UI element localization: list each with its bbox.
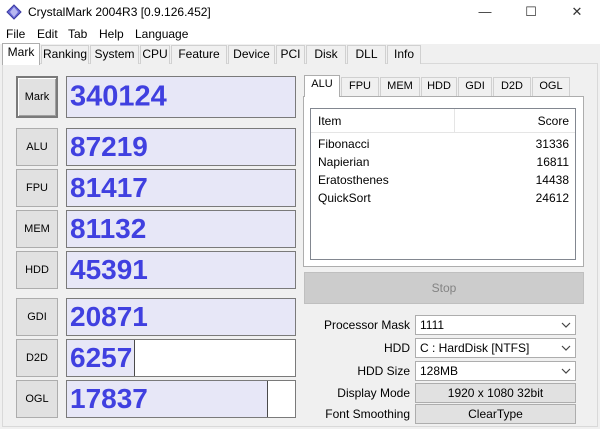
tab-mark[interactable]: Mark [2, 43, 40, 65]
row-score: 16811 [536, 155, 569, 169]
table-row[interactable]: Fibonacci 31336 [311, 136, 575, 154]
mem-score-box: 81132 [66, 210, 296, 248]
hdd-size-label: HDD Size [357, 364, 410, 378]
table-row[interactable]: Eratosthenes 14438 [311, 172, 575, 190]
processor-mask-select[interactable]: 1111 [415, 315, 576, 335]
row-item: Napierian [318, 155, 370, 169]
fpu-button[interactable]: FPU [16, 169, 58, 207]
gdi-button[interactable]: GDI [16, 298, 58, 336]
table-row[interactable]: QuickSort 24612 [311, 190, 575, 208]
row-item: QuickSort [318, 191, 371, 205]
title-bar: CrystalMark 2004R3 [0.9.126.452] — ☐ ✕ [0, 0, 600, 24]
row-score: 31336 [535, 137, 569, 151]
close-button[interactable]: ✕ [554, 0, 600, 24]
row-item: Fibonacci [318, 137, 370, 151]
window-title: CrystalMark 2004R3 [0.9.126.452] [28, 5, 211, 19]
processor-mask-value: 1111 [420, 318, 445, 332]
display-mode-label: Display Mode [337, 386, 410, 400]
inner-tab-ogl[interactable]: OGL [532, 77, 570, 96]
hdd-score-value: 45391 [70, 254, 148, 285]
tab-ranking[interactable]: Ranking [41, 45, 89, 64]
chevron-down-icon [561, 345, 571, 351]
chevron-down-icon [561, 322, 571, 328]
menu-bar: File Edit Tab Help Language [0, 24, 600, 44]
menu-language[interactable]: Language [135, 27, 188, 41]
d2d-button[interactable]: D2D [16, 339, 58, 377]
mark-button[interactable]: Mark [16, 76, 58, 118]
ogl-score-box: 17837 [66, 380, 296, 418]
tab-device[interactable]: Device [228, 45, 275, 64]
hdd-label: HDD [384, 341, 410, 355]
inner-tab-alu[interactable]: ALU [304, 75, 340, 97]
display-mode-button[interactable]: 1920 x 1080 32bit [415, 383, 576, 403]
tab-cpu[interactable]: CPU [140, 45, 170, 64]
tab-info[interactable]: Info [387, 45, 421, 64]
font-smoothing-button[interactable]: ClearType [415, 404, 576, 424]
chevron-down-icon [561, 368, 571, 374]
inner-tab-d2d[interactable]: D2D [493, 77, 531, 96]
stop-button[interactable]: Stop [304, 272, 584, 304]
tab-pci[interactable]: PCI [276, 45, 305, 64]
gdi-score-box: 20871 [66, 298, 296, 336]
fpu-score-box: 81417 [66, 169, 296, 207]
results-list[interactable]: Item Score Fibonacci 31336 Napierian 168… [310, 108, 576, 260]
d2d-score-value: 6257 [70, 342, 133, 373]
inner-tab-fpu[interactable]: FPU [341, 77, 379, 96]
tab-system[interactable]: System [90, 45, 139, 64]
hdd-size-select[interactable]: 128MB [415, 361, 576, 381]
inner-tab-mem[interactable]: MEM [380, 77, 420, 96]
inner-tab-hdd[interactable]: HDD [421, 77, 457, 96]
tab-feature[interactable]: Feature [171, 45, 227, 64]
fpu-score-value: 81417 [70, 172, 148, 203]
menu-tab[interactable]: Tab [68, 27, 87, 41]
tab-disk[interactable]: Disk [306, 45, 346, 64]
minimize-button[interactable]: — [462, 0, 508, 24]
table-row[interactable]: Napierian 16811 [311, 154, 575, 172]
alu-score-box: 87219 [66, 128, 296, 166]
alu-button[interactable]: ALU [16, 128, 58, 166]
mark-score-value: 340124 [70, 80, 167, 113]
row-score: 14438 [535, 173, 569, 187]
hdd-score-box: 45391 [66, 251, 296, 289]
gdi-score-value: 20871 [70, 301, 148, 332]
hdd-button[interactable]: HDD [16, 251, 58, 289]
menu-edit[interactable]: Edit [37, 27, 58, 41]
hdd-select[interactable]: C : HardDisk [NTFS] [415, 338, 576, 358]
mem-score-value: 81132 [70, 213, 147, 244]
menu-file[interactable]: File [6, 27, 25, 41]
processor-mask-label: Processor Mask [323, 318, 410, 332]
hdd-size-value: 128MB [420, 364, 459, 378]
column-header-score[interactable]: Score [538, 114, 569, 128]
font-smoothing-label: Font Smoothing [325, 407, 410, 421]
crystalmark-app-icon [6, 4, 22, 20]
row-score: 24612 [535, 191, 569, 205]
row-item: Eratosthenes [318, 173, 389, 187]
mem-button[interactable]: MEM [16, 210, 58, 248]
menu-help[interactable]: Help [99, 27, 124, 41]
d2d-score-box: 6257 [66, 339, 296, 377]
column-divider[interactable] [454, 109, 455, 133]
hdd-value: C : HardDisk [NTFS] [420, 341, 530, 355]
results-header: Item Score [311, 109, 575, 133]
main-tab-bar: Mark Ranking System CPU Feature Device P… [0, 43, 600, 65]
inner-tab-gdi[interactable]: GDI [458, 77, 492, 96]
ogl-button[interactable]: OGL [16, 380, 58, 418]
tab-dll[interactable]: DLL [347, 45, 386, 64]
mark-score-box: 340124 [66, 76, 296, 118]
alu-score-value: 87219 [70, 131, 148, 162]
maximize-button[interactable]: ☐ [508, 0, 554, 24]
ogl-score-value: 17837 [70, 383, 148, 414]
column-header-item[interactable]: Item [318, 114, 341, 128]
